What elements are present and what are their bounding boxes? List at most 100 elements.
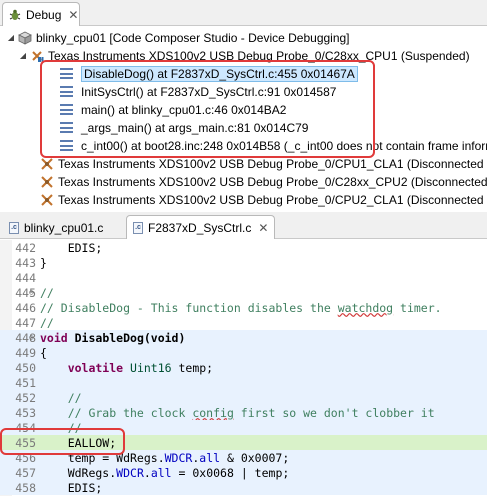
- line-number: 452: [15, 390, 36, 405]
- tree-row-core[interactable]: Texas Instruments XDS100v2 USB Debug Pro…: [0, 191, 487, 208]
- code-comment: //: [40, 285, 54, 300]
- code-comment: //: [40, 315, 54, 330]
- stack-frame-icon: [60, 140, 73, 151]
- line-number: 449: [15, 345, 36, 360]
- disconnected-core-icon: [40, 193, 54, 207]
- code-editor[interactable]: 442 EDIS; 443 } 444 ⊖ 445 // 446 // Disa…: [0, 240, 487, 496]
- code-line[interactable]: 452 //: [0, 390, 487, 405]
- suspended-thread-icon: [30, 49, 44, 63]
- tab-debug[interactable]: Debug ✕: [2, 2, 80, 26]
- line-number: 451: [15, 375, 36, 390]
- tree-row-core[interactable]: ◢ Texas Instruments XDS100v2 USB Debug P…: [0, 47, 487, 64]
- tree-row-session[interactable]: ◢ blinky_cpu01 [Code Composer Studio - D…: [0, 29, 487, 46]
- line-number: 457: [15, 465, 36, 480]
- tab-label: F2837xD_SysCtrl.c: [148, 220, 252, 235]
- code-text: }: [40, 255, 47, 270]
- code-line-current[interactable]: 455 EALLOW;: [0, 435, 487, 462]
- code-text: temp = WdRegs.: [40, 450, 165, 465]
- function-signature: DisableDog(void): [67, 330, 186, 345]
- session-label: blinky_cpu01 [Code Composer Studio - Dev…: [36, 30, 350, 45]
- code-line[interactable]: 456 temp = WdRegs. WDCR. all & 0x0007;: [0, 450, 487, 465]
- stack-frame-row[interactable]: DisableDog() at F2837xD_SysCtrl.c:455 0x…: [0, 65, 487, 82]
- code-line[interactable]: 447 //: [0, 315, 487, 330]
- code-comment: // DisableDog - This function disables t…: [40, 300, 338, 315]
- code-line[interactable]: 444: [0, 270, 487, 285]
- fold-collapse-icon[interactable]: ⊖: [29, 288, 34, 297]
- stack-frame-label: c_int00() at boot28.inc:248 0x014B58 (_c…: [81, 138, 487, 153]
- code-text: .: [192, 450, 200, 465]
- code-keyword: volatile: [40, 360, 124, 375]
- code-line[interactable]: 446 // DisableDog - This function disabl…: [0, 300, 487, 315]
- code-line[interactable]: ⊖ 445 //: [0, 285, 487, 300]
- core-label: Texas Instruments XDS100v2 USB Debug Pro…: [58, 174, 487, 189]
- line-number: 450: [15, 360, 36, 375]
- close-icon[interactable]: ✕: [258, 221, 268, 235]
- program-counter-icon: [1, 437, 53, 462]
- code-text: EALLOW;: [40, 435, 117, 450]
- code-text: EDIS;: [40, 240, 103, 255]
- code-text: .: [143, 465, 151, 480]
- line-number: 453: [15, 405, 36, 420]
- spelling-marker: config: [192, 405, 234, 420]
- line-number: 443: [15, 255, 36, 270]
- code-text: WdRegs.: [40, 465, 117, 480]
- stack-frame-row[interactable]: _args_main() at args_main.c:81 0x014C79: [0, 119, 487, 136]
- code-line[interactable]: 458 EDIS;: [0, 480, 487, 495]
- code-line[interactable]: 454 //: [0, 420, 487, 435]
- line-number: 446: [15, 300, 36, 315]
- code-keyword: void: [40, 330, 68, 345]
- stack-frame-row[interactable]: c_int00() at boot28.inc:248 0x014B58 (_c…: [0, 137, 487, 154]
- stack-frame-label: DisableDog() at F2837xD_SysCtrl.c:455 0x…: [81, 65, 358, 82]
- chevron-down-icon[interactable]: ◢: [6, 33, 16, 42]
- stack-frame-icon: [60, 122, 73, 133]
- stack-frame-icon: [60, 104, 73, 115]
- code-line[interactable]: 457 WdRegs. WDCR. all = 0x0068 | temp;: [0, 465, 487, 480]
- line-number: 456: [15, 450, 36, 465]
- line-number: 458: [15, 480, 36, 495]
- code-line[interactable]: 453 // Grab the clock config first so we…: [0, 405, 487, 420]
- code-line[interactable]: 442 EDIS;: [0, 240, 487, 255]
- code-line[interactable]: ⊖ 448 void DisableDog(void): [0, 330, 487, 345]
- core-label: Texas Instruments XDS100v2 USB Debug Pro…: [48, 48, 470, 63]
- code-type: Uint16: [123, 360, 172, 375]
- tab-sysctrl[interactable]: .c F2837xD_SysCtrl.c ✕: [126, 215, 276, 239]
- code-comment: first so we don't clobber it: [233, 405, 435, 420]
- editor-tabbar: .c blinky_cpu01.c .c F2837xD_SysCtrl.c ✕: [0, 212, 487, 239]
- code-comment: //: [40, 420, 82, 435]
- stack-frame-row[interactable]: main() at blinky_cpu01.c:46 0x014BA2: [0, 101, 487, 118]
- code-text: EDIS;: [40, 480, 103, 495]
- code-field: WDCR: [164, 450, 193, 465]
- line-number: 448: [15, 330, 36, 345]
- bug-icon: [9, 9, 21, 21]
- code-comment: timer.: [393, 300, 442, 315]
- tree-row-core[interactable]: Texas Instruments XDS100v2 USB Debug Pro…: [0, 173, 487, 190]
- spelling-marker: watchdog: [337, 300, 394, 315]
- stack-frame-label: InitSysCtrl() at F2837xD_SysCtrl.c:91 0x…: [81, 84, 337, 99]
- tree-row-core[interactable]: Texas Instruments XDS100v2 USB Debug Pro…: [0, 155, 487, 172]
- debug-view-tabbar: Debug ✕: [0, 0, 487, 26]
- code-line[interactable]: 451: [0, 375, 487, 390]
- c-file-icon: .c: [9, 221, 19, 234]
- close-icon[interactable]: ✕: [68, 8, 78, 22]
- code-line[interactable]: 443 }: [0, 255, 487, 270]
- code-field: all: [199, 450, 221, 465]
- disconnected-core-icon: [40, 157, 54, 171]
- cube-icon: [18, 31, 32, 45]
- code-line[interactable]: 450 volatile Uint16 temp;: [0, 360, 487, 375]
- line-number: 445: [15, 285, 36, 300]
- code-line[interactable]: 449 {: [0, 345, 487, 360]
- tab-blinky-cpu01[interactable]: .c blinky_cpu01.c: [2, 215, 110, 239]
- code-text: & 0x0007;: [220, 450, 290, 465]
- code-text: temp;: [171, 360, 214, 375]
- line-number: 447: [15, 315, 36, 330]
- fold-collapse-icon[interactable]: ⊖: [29, 333, 34, 342]
- stack-frame-icon: [60, 86, 73, 97]
- line-number: 442: [15, 240, 36, 255]
- disconnected-core-icon: [40, 175, 54, 189]
- line-number: 454: [15, 420, 36, 435]
- stack-frame-row[interactable]: InitSysCtrl() at F2837xD_SysCtrl.c:91 0x…: [0, 83, 487, 100]
- code-field: WDCR: [116, 465, 144, 480]
- chevron-down-icon[interactable]: ◢: [18, 51, 28, 60]
- stack-frame-label: _args_main() at args_main.c:81 0x014C79: [81, 120, 309, 135]
- tab-label: blinky_cpu01.c: [24, 220, 104, 235]
